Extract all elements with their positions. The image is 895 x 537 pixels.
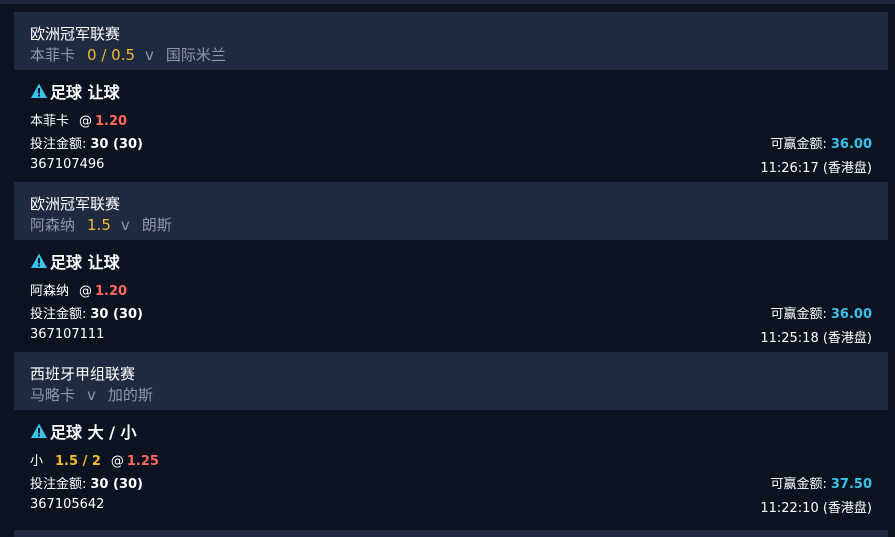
top-divider — [0, 0, 895, 4]
warning-icon — [31, 423, 47, 438]
market-label: 足球 让球 — [50, 83, 120, 102]
stake-amount: 30 (30) — [90, 307, 143, 322]
selection-line: 小 1.5 / 2 @1.25 — [30, 450, 159, 469]
ticket-id: 367105642 — [30, 497, 105, 512]
stake-amount: 30 (30) — [90, 137, 143, 152]
selection-line: 本菲卡 @1.20 — [30, 110, 127, 129]
market-label: 足球 大 / 小 — [50, 423, 137, 442]
league-name: 欧洲冠军联赛 — [30, 25, 121, 43]
bet-time: 11:25:18 (香港盘) — [760, 331, 872, 346]
stake-label: 投注金额: — [30, 477, 87, 492]
away-team: 国际米兰 — [165, 46, 226, 64]
handicap: 1.5 — [87, 216, 111, 234]
win-label: 可赢金额: — [770, 477, 827, 492]
selection-handicap: 1.5 / 2 — [55, 454, 101, 469]
match-line: 本菲卡 0 / 0.5 v 国际米兰 — [30, 44, 226, 65]
bet-body: 足球 让球 本菲卡 @1.20 投注金额: 30 (30) 可赢金额: 36.00 3… — [14, 70, 888, 182]
match-line: 马略卡 v 加的斯 — [30, 384, 153, 405]
stake-row: 投注金额: 30 (30) — [30, 303, 143, 322]
win-row: 可赢金额: 36.00 — [770, 133, 872, 152]
odds-value: 1.25 — [126, 454, 159, 469]
bet-body: 足球 大 / 小 小 1.5 / 2 @1.25 投注金额: 30 (30) 可赢金额… — [14, 410, 888, 522]
home-team: 马略卡 — [30, 386, 76, 404]
bet-list-page: 欧洲冠军联赛 本菲卡 0 / 0.5 v 国际米兰 足球 让球 本菲卡 @1.20 — [0, 0, 895, 537]
selection-line: 阿森纳 @1.20 — [30, 280, 127, 299]
stake-label: 投注金额: — [30, 137, 87, 152]
home-team: 阿森纳 — [30, 216, 76, 234]
win-amount: 36.00 — [830, 307, 872, 322]
selection-name: 小 — [30, 454, 44, 469]
warning-icon — [31, 83, 47, 98]
vs-label: v — [87, 386, 96, 404]
at-sign: @ — [79, 284, 93, 299]
vs-label: v — [120, 216, 130, 234]
stake-label: 投注金额: — [30, 307, 87, 322]
away-team: 加的斯 — [107, 386, 153, 404]
bet-time: 11:22:10 (香港盘) — [760, 501, 872, 516]
market-title: 足球 让球 — [30, 249, 120, 273]
market-title: 足球 大 / 小 — [30, 419, 137, 443]
odds-value: 1.20 — [95, 284, 128, 299]
league-name: 欧洲冠军联赛 — [30, 195, 121, 213]
market-title: 足球 让球 — [30, 79, 120, 103]
selection-name: 阿森纳 — [30, 284, 70, 299]
win-amount: 37.50 — [830, 477, 872, 492]
bet-list: 欧洲冠军联赛 本菲卡 0 / 0.5 v 国际米兰 足球 让球 本菲卡 @1.20 — [14, 12, 888, 522]
bet-card[interactable]: 欧洲冠军联赛 本菲卡 0 / 0.5 v 国际米兰 足球 让球 本菲卡 @1.20 — [14, 12, 888, 182]
ticket-id: 367107111 — [30, 327, 105, 342]
bet-card[interactable]: 欧洲冠军联赛 阿森纳 1.5 v 朗斯 足球 让球 阿森纳 @1.20 投注金额… — [14, 182, 888, 352]
win-amount: 36.00 — [830, 137, 872, 152]
bet-header: 西班牙甲组联赛 马略卡 v 加的斯 — [14, 352, 888, 410]
league-name: 西班牙甲组联赛 — [30, 365, 136, 383]
bet-card[interactable]: 西班牙甲组联赛 马略卡 v 加的斯 足球 大 / 小 小 1.5 / 2 @1.25 — [14, 352, 888, 522]
win-row: 可赢金额: 36.00 — [770, 303, 872, 322]
stake-row: 投注金额: 30 (30) — [30, 133, 143, 152]
handicap: 0 / 0.5 — [87, 46, 136, 64]
bet-time: 11:26:17 (香港盘) — [760, 161, 872, 176]
bet-header: 欧洲冠军联赛 本菲卡 0 / 0.5 v 国际米兰 — [14, 12, 888, 70]
win-label: 可赢金额: — [770, 137, 827, 152]
bet-body: 足球 让球 阿森纳 @1.20 投注金额: 30 (30) 可赢金额: 36.00 3… — [14, 240, 888, 352]
selection-name: 本菲卡 — [30, 114, 70, 129]
stake-amount: 30 (30) — [90, 477, 143, 492]
at-sign: @ — [110, 454, 124, 469]
at-sign: @ — [79, 114, 93, 129]
win-label: 可赢金额: — [770, 307, 827, 322]
vs-label: v — [145, 46, 154, 64]
match-line: 阿森纳 1.5 v 朗斯 — [30, 214, 172, 235]
bet-header: 欧洲冠军联赛 阿森纳 1.5 v 朗斯 — [14, 182, 888, 240]
next-bet-header-edge — [14, 530, 888, 537]
home-team: 本菲卡 — [30, 46, 76, 64]
odds-value: 1.20 — [95, 114, 128, 129]
away-team: 朗斯 — [141, 216, 172, 234]
ticket-id: 367107496 — [30, 157, 105, 172]
win-row: 可赢金额: 37.50 — [770, 473, 872, 492]
market-label: 足球 让球 — [50, 253, 120, 272]
warning-icon — [31, 253, 47, 268]
stake-row: 投注金额: 30 (30) — [30, 473, 143, 492]
